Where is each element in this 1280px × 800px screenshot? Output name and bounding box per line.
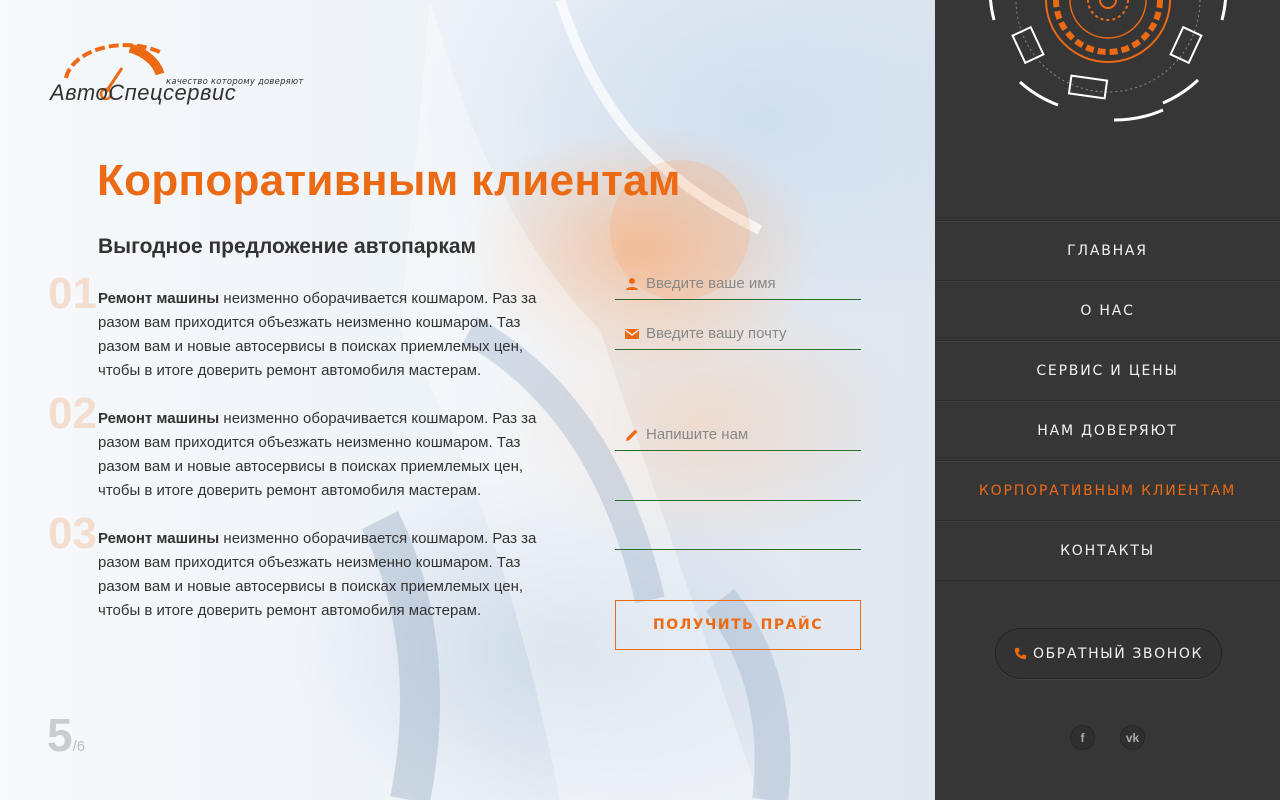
callback-button[interactable]: ОБРАТНЫЙ ЗВОНОК (995, 628, 1222, 679)
total-slides: /6 (72, 738, 86, 755)
feature-text: Ремонт машины неизменно оборачивается ко… (98, 290, 537, 379)
wheel-decoration-icon (989, 0, 1227, 122)
pencil-icon (626, 429, 638, 441)
feature-number: 03 (48, 509, 97, 558)
email-field (615, 318, 861, 350)
page-subtitle: Выгодное предложение автопаркам (98, 235, 477, 258)
callback-label: ОБРАТНЫЙ ЗВОНОК (1032, 645, 1204, 662)
feature-text: Ремонт машины неизменно оборачивается ко… (98, 410, 537, 499)
facebook-icon[interactable]: f (1070, 725, 1095, 750)
current-slide-number: 5 (47, 709, 73, 761)
name-field (615, 268, 861, 300)
person-icon (626, 277, 638, 290)
menu-item-services[interactable]: Сервис и цены (935, 341, 1280, 401)
menu-item-corporate[interactable]: Корпоративным клиентам (935, 461, 1280, 521)
main-menu: Главная О нас Сервис и цены Нам доверяют… (935, 220, 1280, 581)
phone-icon (1014, 647, 1027, 660)
logo-wordmark: АвтоСпецсервис (50, 80, 237, 105)
menu-item-contacts[interactable]: Контакты (935, 521, 1280, 581)
email-input[interactable] (646, 325, 846, 342)
logo[interactable]: качество которому доверяют АвтоСпецсерви… (48, 42, 323, 106)
feature-text: Ремонт машины неизменно оборачивается ко… (98, 530, 537, 619)
name-input[interactable] (646, 275, 846, 292)
menu-item-trust[interactable]: Нам доверяют (935, 401, 1280, 461)
feature-number: 02 (48, 389, 97, 438)
vk-icon[interactable]: vk (1120, 725, 1145, 750)
car-background-image (362, 0, 791, 800)
page-title: Корпоративным клиентам (97, 156, 681, 205)
menu-item-about[interactable]: О нас (935, 281, 1280, 341)
mail-icon (625, 328, 639, 339)
message-line-3[interactable] (615, 518, 861, 550)
menu-item-home[interactable]: Главная (935, 221, 1280, 281)
message-line-2[interactable] (615, 469, 861, 501)
feature-number: 01 (48, 269, 97, 318)
get-price-button[interactable]: ПОЛУЧИТЬ ПРАЙС (615, 600, 861, 650)
hero-section: качество которому доверяют АвтоСпецсерви… (0, 0, 935, 800)
message-input[interactable] (646, 426, 846, 443)
message-field (615, 419, 861, 451)
slide-counter: 5/6 (47, 708, 85, 762)
sidebar: Главная О нас Сервис и цены Нам доверяют… (935, 0, 1280, 800)
